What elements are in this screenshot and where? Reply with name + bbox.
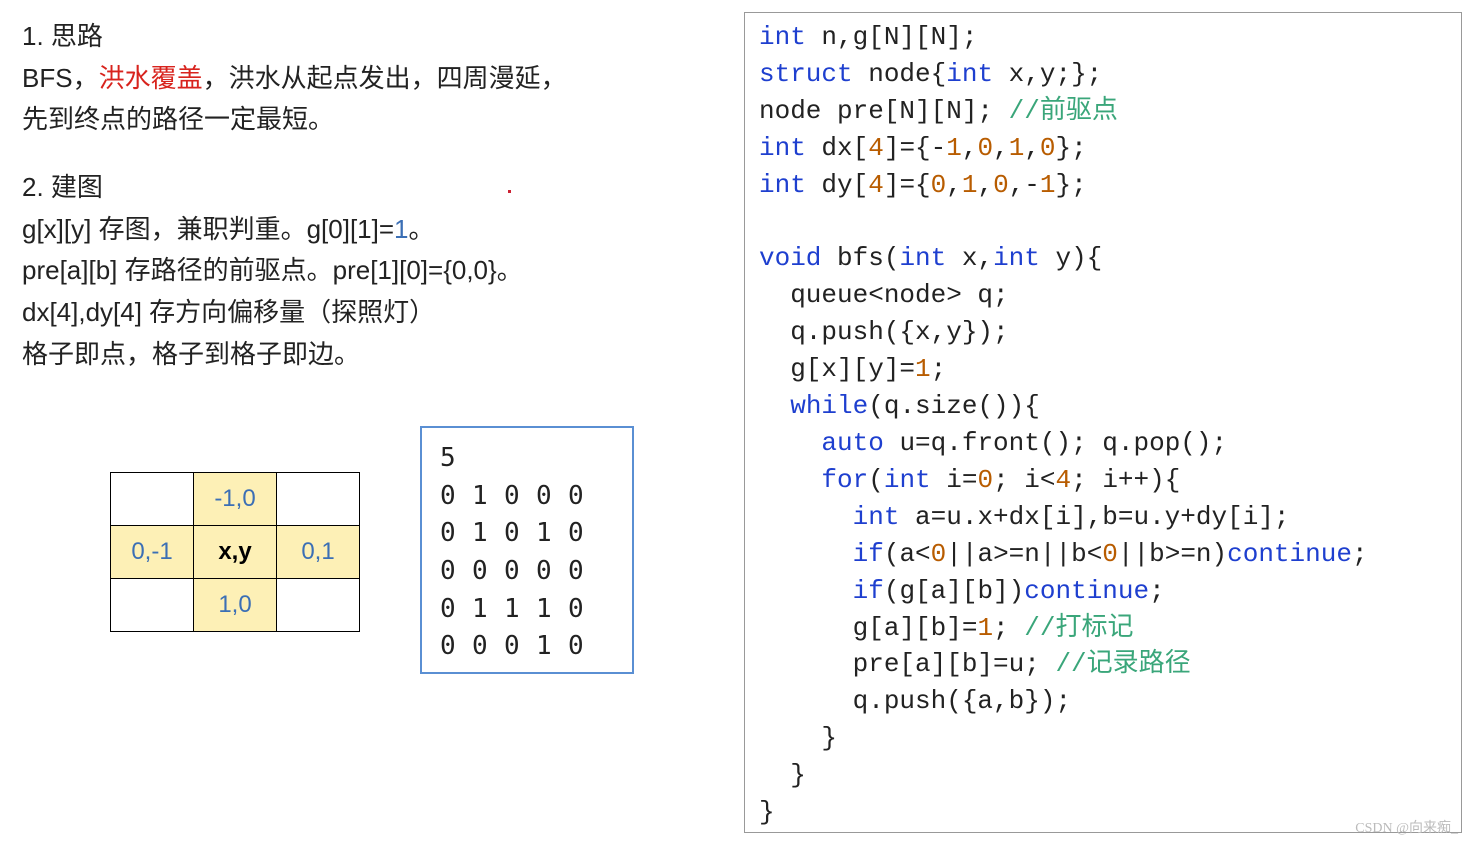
cell-empty <box>111 579 194 632</box>
spacer <box>22 143 722 169</box>
page: 1. 思路 BFS，洪水覆盖，洪水从起点发出，四周漫延， 先到终点的路径一定最短… <box>0 0 1476 847</box>
p3a: g[x][y] 存图，兼职判重。g[0][1]= <box>22 214 394 244</box>
sample-input-box: 5 01000 01010 00000 01110 00010 <box>420 426 634 674</box>
heading-1: 1. 思路 <box>22 18 722 56</box>
cell-right: 0,1 <box>277 526 360 579</box>
sample-row: 01000 <box>440 478 614 516</box>
para-3: g[x][y] 存图，兼职判重。g[0][1]=1。 <box>22 211 722 249</box>
sample-row: 00000 <box>440 553 614 591</box>
cell-center: x,y <box>194 526 277 579</box>
p1a: BFS， <box>22 63 99 93</box>
cell-left: 0,-1 <box>111 526 194 579</box>
heading-2: 2. 建图 <box>22 169 722 207</box>
code-box: int n,g[N][N]; struct node{int x,y;}; no… <box>744 12 1462 833</box>
decorative-dot <box>508 190 511 193</box>
direction-grid: -1,0 0,-1 x,y 0,1 1,0 <box>110 472 360 632</box>
p1c: ，洪水从起点发出，四周漫延， <box>203 63 567 93</box>
para-4: pre[a][b] 存路径的前驱点。pre[1][0]={0,0}。 <box>22 252 722 290</box>
sample-row: 01110 <box>440 591 614 629</box>
sample-n: 5 <box>440 440 614 478</box>
cell-empty <box>277 473 360 526</box>
p3c: 。 <box>409 214 435 244</box>
watermark: CSDN @向来痴_ <box>1355 817 1458 837</box>
cell-empty <box>111 473 194 526</box>
para-6: 格子即点，格子到格子即边。 <box>22 336 722 374</box>
p3b-blue: 1 <box>394 214 408 244</box>
para-1: BFS，洪水覆盖，洪水从起点发出，四周漫延， <box>22 60 722 98</box>
cell-up: -1,0 <box>194 473 277 526</box>
sample-row: 01010 <box>440 515 614 553</box>
cell-down: 1,0 <box>194 579 277 632</box>
para-5: dx[4],dy[4] 存方向偏移量（探照灯） <box>22 294 722 332</box>
p1b-red: 洪水覆盖 <box>99 63 203 93</box>
sample-row: 00010 <box>440 628 614 666</box>
para-2: 先到终点的路径一定最短。 <box>22 101 722 139</box>
cell-empty <box>277 579 360 632</box>
left-column: 1. 思路 BFS，洪水覆盖，洪水从起点发出，四周漫延， 先到终点的路径一定最短… <box>22 18 722 378</box>
